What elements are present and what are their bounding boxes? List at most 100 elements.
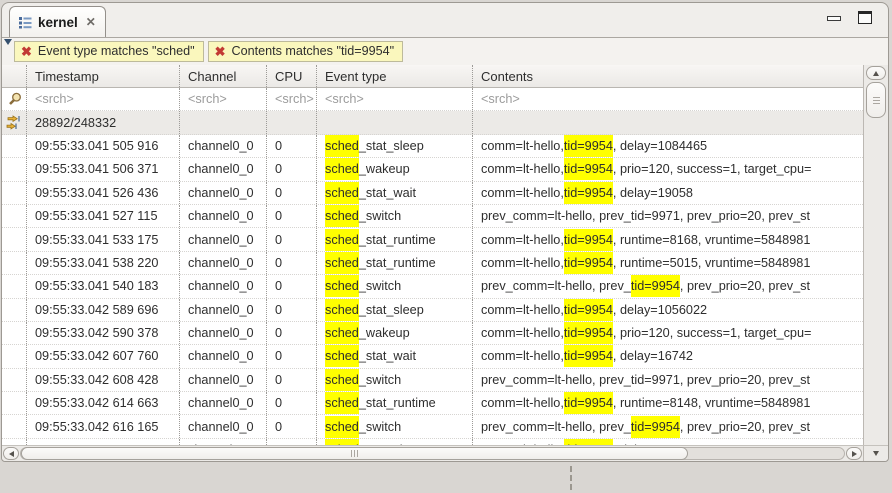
- text-segment: , delay=16742: [613, 349, 693, 363]
- timestamp-cell: 09:55:33.042 589 696: [26, 299, 179, 321]
- horizontal-scrollbar[interactable]: [2, 446, 863, 461]
- event-type-cell: sched_switch: [316, 369, 472, 391]
- vertical-scrollbar-thumb[interactable]: [866, 82, 886, 118]
- column-header-timestamp[interactable]: Timestamp: [26, 65, 179, 87]
- text-segment: _switch: [359, 373, 401, 387]
- event-type-cell: sched_stat_sleep: [316, 299, 472, 321]
- event-type-cell: sched_switch: [316, 415, 472, 437]
- scroll-right-button[interactable]: [846, 447, 862, 460]
- filter-chip-event-type[interactable]: ✖ Event type matches "sched": [14, 41, 204, 62]
- text-segment: _stat_sleep: [359, 139, 424, 153]
- table-row[interactable]: 09:55:33.041 527 115channel0_00sched_swi…: [2, 205, 863, 228]
- vertical-scrollbar[interactable]: [863, 65, 888, 445]
- column-header-cpu[interactable]: CPU: [266, 65, 316, 87]
- event-type-cell: sched_stat_runtime: [316, 228, 472, 250]
- cpu-cell: 0: [266, 322, 316, 344]
- contents-cell: comm=lt-hello, tid=9954, delay=1084465: [472, 135, 863, 157]
- view-menu-arrow-icon[interactable]: [4, 39, 12, 45]
- row-gutter: [2, 252, 26, 274]
- view-body: ✖ Event type matches "sched" ✖ Contents …: [2, 37, 888, 461]
- minimize-button[interactable]: [827, 11, 841, 21]
- contents-cell: comm=lt-hello, tid=9954, prio=120, succe…: [472, 158, 863, 180]
- event-type-cell: sched_stat_wait: [316, 182, 472, 204]
- horizontal-scrollbar-track[interactable]: [20, 447, 845, 460]
- table-row[interactable]: 09:55:33.041 540 183channel0_00sched_swi…: [2, 275, 863, 298]
- arrow-down-icon: [873, 451, 879, 456]
- text-segment: _wakeup: [359, 326, 410, 340]
- table-row[interactable]: 09:55:33.042 608 428channel0_00sched_swi…: [2, 369, 863, 392]
- table-row[interactable]: 09:55:33.042 589 696channel0_00sched_sta…: [2, 299, 863, 322]
- table-row[interactable]: 09:55:33.042 590 378channel0_00sched_wak…: [2, 322, 863, 345]
- search-input-timestamp[interactable]: <srch>: [26, 88, 179, 110]
- scroll-up-button[interactable]: [866, 66, 886, 80]
- events-table: Timestamp Channel CPU Event type Content…: [2, 65, 888, 445]
- table-row[interactable]: 09:55:33.041 506 371channel0_00sched_wak…: [2, 158, 863, 181]
- match-highlight: tid=9954: [564, 322, 613, 344]
- text-segment: comm=lt-hello,: [481, 349, 564, 363]
- tab-kernel[interactable]: kernel ✕: [9, 6, 106, 37]
- match-highlight: sched: [325, 322, 359, 344]
- text-segment: comm=lt-hello,: [481, 303, 564, 317]
- close-icon[interactable]: ✕: [86, 15, 96, 29]
- contents-cell: prev_comm=lt-hello, prev_tid=9971, prev_…: [472, 205, 863, 227]
- arrow-up-icon: [873, 71, 879, 76]
- arrow-left-icon: [9, 451, 14, 457]
- match-highlight: tid=9954: [564, 299, 613, 321]
- scroll-left-button[interactable]: [3, 447, 19, 460]
- search-row: <srch> <srch> <srch> <srch> <srch>: [2, 88, 863, 111]
- cpu-cell: 0: [266, 228, 316, 250]
- event-type-cell: sched_stat_sleep: [316, 135, 472, 157]
- event-type-cell: sched_switch: [316, 205, 472, 227]
- scroll-down-button[interactable]: [863, 446, 888, 461]
- contents-cell: comm=lt-hello, tid=9954, delay=16742: [472, 345, 863, 367]
- filter-label: Event type matches "sched": [38, 44, 195, 58]
- search-input-contents[interactable]: <srch>: [472, 88, 863, 110]
- remove-filter-icon[interactable]: ✖: [21, 45, 32, 58]
- text-segment: _switch: [359, 279, 401, 293]
- splitter-handle[interactable]: [570, 466, 572, 490]
- cpu-cell: 0: [266, 345, 316, 367]
- row-gutter: [2, 182, 26, 204]
- cpu-cell: 0: [266, 205, 316, 227]
- cpu-cell: 0: [266, 415, 316, 437]
- table-row[interactable]: 09:55:33.041 538 220channel0_00sched_sta…: [2, 252, 863, 275]
- maximize-icon: [858, 11, 872, 24]
- match-highlight: tid=9954: [631, 416, 680, 438]
- horizontal-scrollbar-thumb[interactable]: [21, 447, 688, 460]
- column-header-channel[interactable]: Channel: [179, 65, 266, 87]
- channel-cell: channel0_0: [179, 275, 266, 297]
- table-row[interactable]: 09:55:33.042 607 760channel0_00sched_sta…: [2, 345, 863, 368]
- search-input-event-type[interactable]: <srch>: [316, 88, 472, 110]
- cpu-cell: 0: [266, 158, 316, 180]
- text-segment: comm=lt-hello,: [481, 162, 564, 176]
- table-row[interactable]: 09:55:33.041 533 175channel0_00sched_sta…: [2, 228, 863, 251]
- contents-cell: comm=lt-hello, tid=9954, prio=120, succe…: [472, 322, 863, 344]
- table-row[interactable]: 09:55:33.042 616 165channel0_00sched_swi…: [2, 415, 863, 438]
- maximize-button[interactable]: [858, 11, 872, 24]
- match-highlight: tid=9954: [564, 252, 613, 274]
- contents-cell: comm=lt-hello, tid=9954, runtime=5015, v…: [472, 252, 863, 274]
- cpu-cell: 0: [266, 369, 316, 391]
- timestamp-cell: 09:55:33.042 590 378: [26, 322, 179, 344]
- filter-chip-contents[interactable]: ✖ Contents matches "tid=9954": [208, 41, 404, 62]
- remove-filter-icon[interactable]: ✖: [215, 45, 226, 58]
- search-input-channel[interactable]: <srch>: [179, 88, 266, 110]
- table-row[interactable]: 09:55:33.041 505 916channel0_00sched_sta…: [2, 135, 863, 158]
- table-row[interactable]: 09:55:33.041 526 436channel0_00sched_sta…: [2, 182, 863, 205]
- arrow-right-icon: [852, 451, 857, 457]
- timestamp-cell: 09:55:33.042 607 760: [26, 345, 179, 367]
- tab-strip: kernel ✕: [2, 3, 888, 37]
- timestamp-cell: 09:55:33.041 506 371: [26, 158, 179, 180]
- row-counter: 28892/248332: [26, 111, 179, 133]
- text-segment: prev_comm=lt-hello, prev_: [481, 420, 631, 434]
- search-input-cpu[interactable]: <srch>: [266, 88, 316, 110]
- event-type-cell: sched_stat_wait: [316, 345, 472, 367]
- text-segment: comm=lt-hello,: [481, 186, 564, 200]
- column-header-contents[interactable]: Contents: [472, 65, 863, 87]
- seek-icon: [2, 111, 26, 133]
- table-row[interactable]: 09:55:33.042 614 663channel0_00sched_sta…: [2, 392, 863, 415]
- match-highlight: sched: [325, 275, 359, 297]
- match-highlight: sched: [325, 158, 359, 180]
- match-highlight: sched: [325, 229, 359, 251]
- column-header-event-type[interactable]: Event type: [316, 65, 472, 87]
